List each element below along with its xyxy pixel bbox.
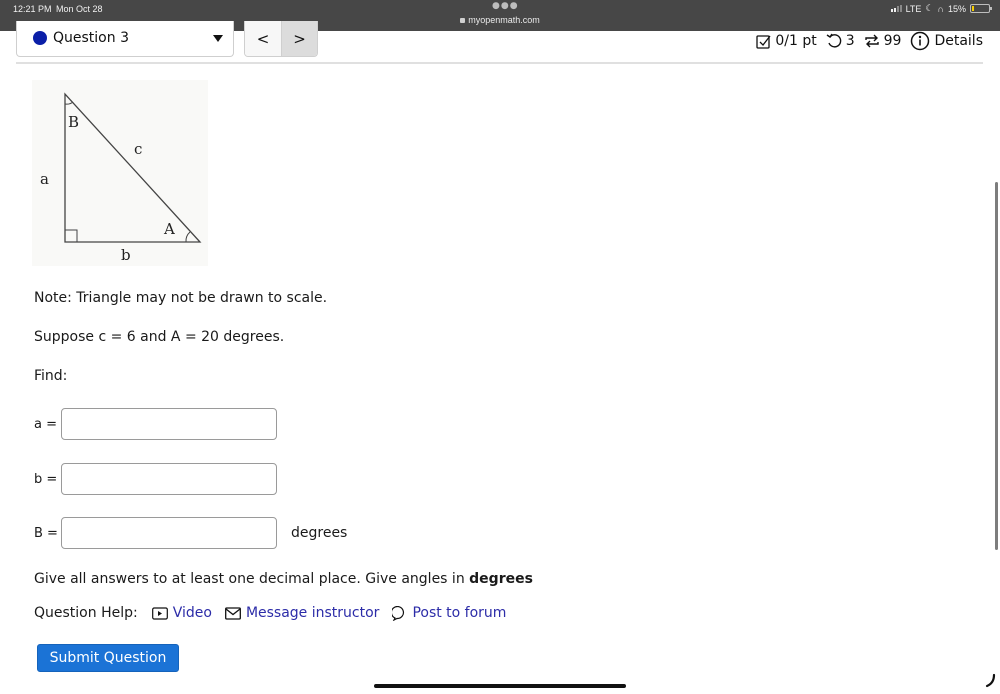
question-status-dot — [33, 31, 47, 45]
instructions-text: Give all answers to at least one decimal… — [34, 571, 470, 587]
triangle-diagram: B c a A b — [40, 92, 202, 264]
score-bar: 0/1 pt 3 99 Details — [747, 31, 983, 51]
given-values: Suppose c = 6 and A = 20 degrees. — [34, 329, 285, 345]
points-text: 0/1 pt — [775, 33, 817, 49]
message-instructor-label: Message instructor — [245, 605, 380, 621]
answer-a-input[interactable] — [61, 408, 277, 440]
submit-question-button[interactable]: Submit Question — [37, 644, 179, 672]
retry-icon — [826, 33, 841, 48]
triangle-figure: B c a A b — [32, 80, 208, 266]
prev-question-button[interactable]: < — [245, 21, 281, 56]
details-button[interactable]: Details — [910, 31, 983, 51]
triangle-shape — [64, 92, 202, 243]
vertex-B-label: B — [68, 113, 79, 131]
checkbox-icon — [756, 34, 771, 49]
header-divider — [16, 62, 983, 64]
find-label: Find: — [34, 368, 68, 384]
signal-icon — [890, 5, 902, 12]
more-dots-icon[interactable]: ●●● — [492, 1, 519, 11]
moon-icon: ☾ — [925, 3, 934, 13]
answer-instructions: Give all answers to at least one decimal… — [34, 571, 533, 587]
info-icon — [911, 31, 930, 51]
next-question-button[interactable]: > — [280, 21, 317, 56]
right-angle-marker — [64, 229, 78, 243]
home-indicator[interactable] — [374, 684, 626, 688]
mail-icon — [224, 606, 241, 620]
answer-b-input[interactable] — [61, 463, 277, 495]
question-help-label: Question Help: — [34, 605, 138, 621]
answer-angle-B-input[interactable] — [61, 517, 277, 549]
points-indicator: 0/1 pt — [756, 33, 817, 49]
chevron-down-icon — [213, 35, 223, 42]
headphones-icon: ∩ — [937, 3, 944, 14]
pencil-corner-icon — [985, 673, 996, 688]
question-select[interactable]: Question 3 — [16, 21, 234, 57]
answer-row-angle-B: B = degrees — [34, 517, 347, 549]
side-a-label: a — [40, 170, 49, 188]
message-instructor-link[interactable]: Message instructor — [224, 605, 380, 621]
question-help: Question Help: Video Message instructor … — [34, 605, 519, 621]
angle-B-arc — [64, 101, 74, 105]
answer-angle-B-unit: degrees — [291, 525, 348, 541]
answer-row-a: a = — [34, 408, 277, 440]
status-right: LTE ☾ ∩ 15% — [890, 3, 992, 14]
answer-row-b: b = — [34, 463, 277, 495]
battery-percent: 15% — [947, 3, 966, 14]
post-to-forum-label: Post to forum — [412, 605, 507, 621]
details-label: Details — [934, 33, 983, 49]
status-time: 12:21 PM — [13, 4, 52, 14]
status-date: Mon Oct 28 — [56, 4, 103, 14]
battery-icon — [970, 4, 992, 13]
attempts-indicator: 99 — [864, 33, 902, 49]
url-text: myopenmath.com — [468, 15, 540, 25]
lock-icon — [460, 18, 466, 23]
angle-A-arc — [185, 231, 191, 243]
post-to-forum-link[interactable]: Post to forum — [392, 605, 506, 621]
repeat-icon — [864, 34, 879, 48]
video-link-label: Video — [172, 605, 212, 621]
instructions-bold: degrees — [469, 571, 533, 587]
answer-b-label: b = — [34, 471, 58, 487]
page-scrollbar[interactable] — [995, 182, 998, 550]
retries-indicator: 3 — [826, 33, 855, 49]
retries-count: 3 — [845, 33, 855, 49]
question-nav: < > — [244, 21, 318, 57]
network-label: LTE — [905, 3, 922, 14]
answer-angle-B-label: B = — [34, 525, 58, 541]
video-icon — [151, 606, 168, 620]
vertex-A-label: A — [163, 220, 175, 238]
side-b-label: b — [121, 246, 131, 264]
forum-icon — [392, 605, 405, 621]
side-c-label: c — [134, 140, 142, 158]
scale-note: Note: Triangle may not be drawn to scale… — [34, 290, 328, 306]
question-select-label: Question 3 — [53, 30, 129, 46]
video-link[interactable]: Video — [151, 605, 212, 621]
attempts-count: 99 — [883, 33, 902, 49]
answer-a-label: a = — [34, 416, 57, 432]
